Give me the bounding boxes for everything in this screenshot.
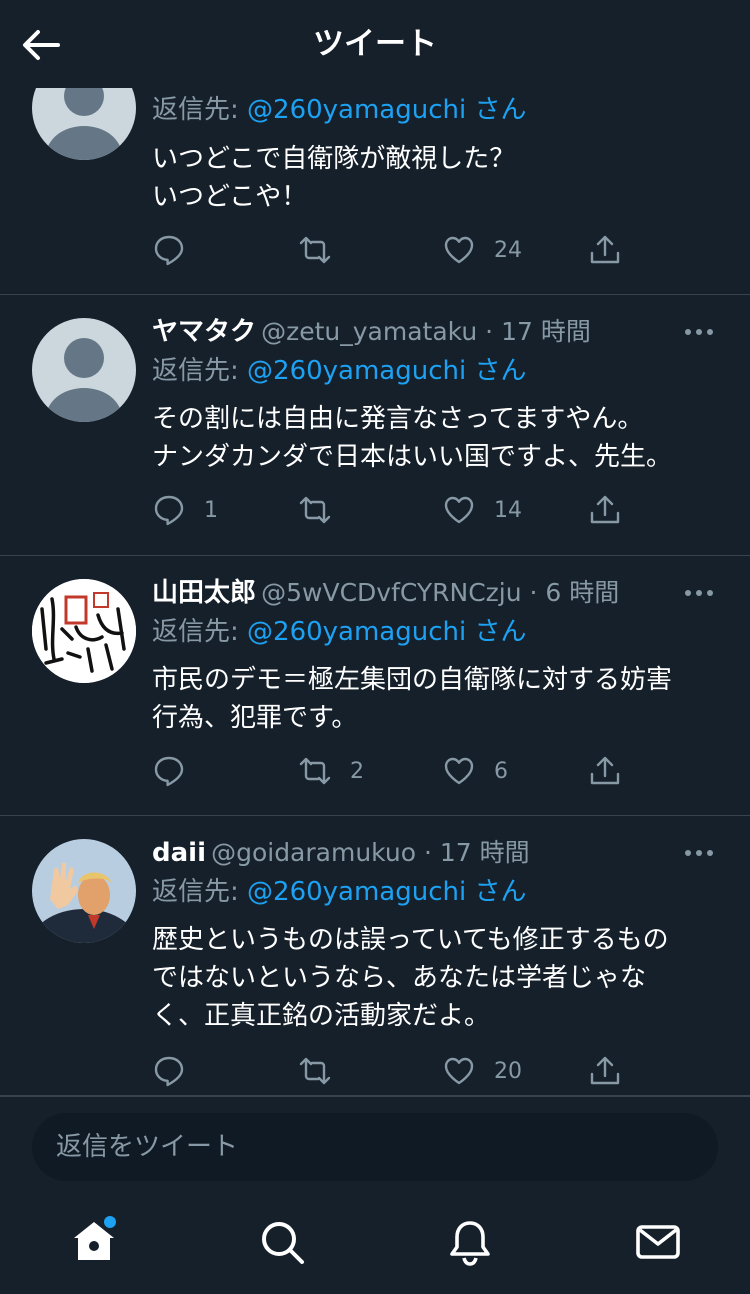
like-count: 24: [494, 237, 522, 263]
tweet-card[interactable]: ヤマタク @zetu_yamataku · 17 時間 返信先: @260yam…: [0, 294, 750, 556]
reply-to-line: 返信先: @260yamaguchi さん: [152, 90, 526, 130]
avatar[interactable]: [32, 318, 136, 422]
bottom-tab-bar: [0, 1196, 750, 1294]
reply-composer: [0, 1096, 750, 1197]
reply-to-label: 返信先:: [152, 95, 248, 125]
reply-icon: [154, 756, 184, 787]
heart-icon: [444, 757, 474, 785]
reply-button[interactable]: [152, 230, 204, 270]
tweet-actions: 1 14: [152, 490, 632, 530]
new-content-dot: [104, 1216, 116, 1228]
reply-count: 1: [204, 497, 218, 523]
like-button[interactable]: 24: [442, 230, 522, 270]
more-icon[interactable]: [684, 312, 714, 352]
reply-mention-link[interactable]: @260yamaguchi: [247, 356, 466, 386]
tweet-header: 山田太郎 @5wVCDvfCYRNCzju · 6 時間: [152, 573, 714, 613]
tab-notifications[interactable]: [446, 1218, 494, 1266]
more-icon[interactable]: [684, 573, 714, 613]
reply-to-line: 返信先: @260yamaguchi さん: [152, 351, 526, 391]
avatar[interactable]: [32, 579, 136, 683]
tweet-actions: 24: [152, 230, 632, 270]
like-button[interactable]: 20: [442, 1051, 522, 1091]
share-button[interactable]: [588, 230, 622, 270]
retweet-icon: [299, 496, 331, 524]
retweet-icon: [299, 1057, 331, 1085]
handle-and-time: @zetu_yamataku · 17 時間: [261, 317, 591, 346]
bell-icon: [450, 1221, 490, 1266]
reply-suffix: さん: [466, 877, 527, 907]
heart-icon: [444, 496, 474, 524]
handle-and-time: @goidaramukuo · 17 時間: [211, 838, 530, 867]
display-name[interactable]: daii: [152, 838, 206, 868]
reply-button[interactable]: 1: [152, 490, 218, 530]
like-button[interactable]: 6: [442, 751, 508, 791]
tweet-actions: 2 6: [152, 751, 632, 791]
reply-suffix: さん: [466, 95, 527, 125]
tab-search[interactable]: [258, 1218, 306, 1266]
search-icon: [262, 1222, 304, 1264]
more-icon[interactable]: [684, 833, 714, 873]
reply-to-label: 返信先:: [152, 617, 248, 647]
like-button[interactable]: 14: [442, 490, 522, 530]
reply-suffix: さん: [466, 617, 527, 647]
share-button[interactable]: [588, 751, 622, 791]
tweet-card[interactable]: daii @goidaramukuo · 17 時間 返信先: @260yama…: [0, 815, 750, 1096]
reply-icon: [154, 495, 184, 526]
like-count: 20: [494, 1058, 522, 1084]
retweet-button[interactable]: [298, 1051, 350, 1091]
share-icon: [590, 495, 620, 524]
retweet-button[interactable]: [298, 230, 350, 270]
tweet-actions: 20: [152, 1051, 632, 1091]
mail-icon: [636, 1225, 680, 1259]
tweet-text: その割には自由に発言なさってますやん。 ナンダカンダで日本はいい国ですよ、先生。: [152, 404, 673, 472]
retweet-button[interactable]: 2: [298, 751, 364, 791]
retweet-count: 2: [350, 758, 364, 784]
share-button[interactable]: [588, 1051, 622, 1091]
share-icon: [590, 1056, 620, 1085]
like-count: 6: [494, 758, 508, 784]
tab-messages[interactable]: [634, 1218, 682, 1266]
reply-icon: [154, 1056, 184, 1087]
share-icon: [590, 235, 620, 264]
reply-to-label: 返信先:: [152, 877, 248, 907]
avatar[interactable]: [32, 839, 136, 943]
reply-icon: [154, 235, 184, 266]
reply-mention-link[interactable]: @260yamaguchi: [247, 877, 466, 907]
reply-to-line: 返信先: @260yamaguchi さん: [152, 872, 526, 912]
reply-mention-link[interactable]: @260yamaguchi: [247, 617, 466, 647]
tweet-text: 市民のデモ＝極左集団の自衛隊に対する妨害 行為、犯罪です。: [152, 665, 673, 733]
display-name[interactable]: ヤマタク: [152, 317, 256, 347]
tweet-header: ヤマタク @zetu_yamataku · 17 時間: [152, 312, 714, 352]
tweet-card[interactable]: 山田太郎 @5wVCDvfCYRNCzju · 6 時間 返信先: @260ya…: [0, 555, 750, 816]
reply-button[interactable]: [152, 751, 204, 791]
tweet-text: いつどこで自衛隊が敵視した？ いつどこや！: [152, 144, 516, 212]
handle-and-time: @5wVCDvfCYRNCzju · 6 時間: [261, 578, 620, 607]
retweet-icon: [299, 757, 331, 785]
top-bar: ツイート: [0, 0, 750, 88]
reply-mention-link[interactable]: @260yamaguchi: [247, 95, 466, 125]
reply-button[interactable]: [152, 1051, 204, 1091]
reply-to-line: 返信先: @260yamaguchi さん: [152, 612, 526, 652]
tweet-header: daii @goidaramukuo · 17 時間: [152, 833, 714, 873]
share-icon: [590, 756, 620, 785]
tweet-text: 歴史というものは誤っていても修正するもの ではないというなら、あなたは学者じゃな…: [152, 925, 669, 1031]
reply-feed: 返信先: @260yamaguchi さん いつどこで自衛隊が敵視した？ いつど…: [0, 0, 750, 1096]
heart-icon: [444, 236, 474, 264]
retweet-button[interactable]: [298, 490, 350, 530]
reply-suffix: さん: [466, 356, 527, 386]
reply-input[interactable]: [32, 1113, 718, 1181]
like-count: 14: [494, 497, 522, 523]
page-title: ツイート: [313, 26, 437, 62]
reply-to-label: 返信先:: [152, 356, 248, 386]
share-button[interactable]: [588, 490, 622, 530]
display-name[interactable]: 山田太郎: [152, 578, 256, 608]
heart-icon: [444, 1057, 474, 1085]
retweet-icon: [299, 236, 331, 264]
